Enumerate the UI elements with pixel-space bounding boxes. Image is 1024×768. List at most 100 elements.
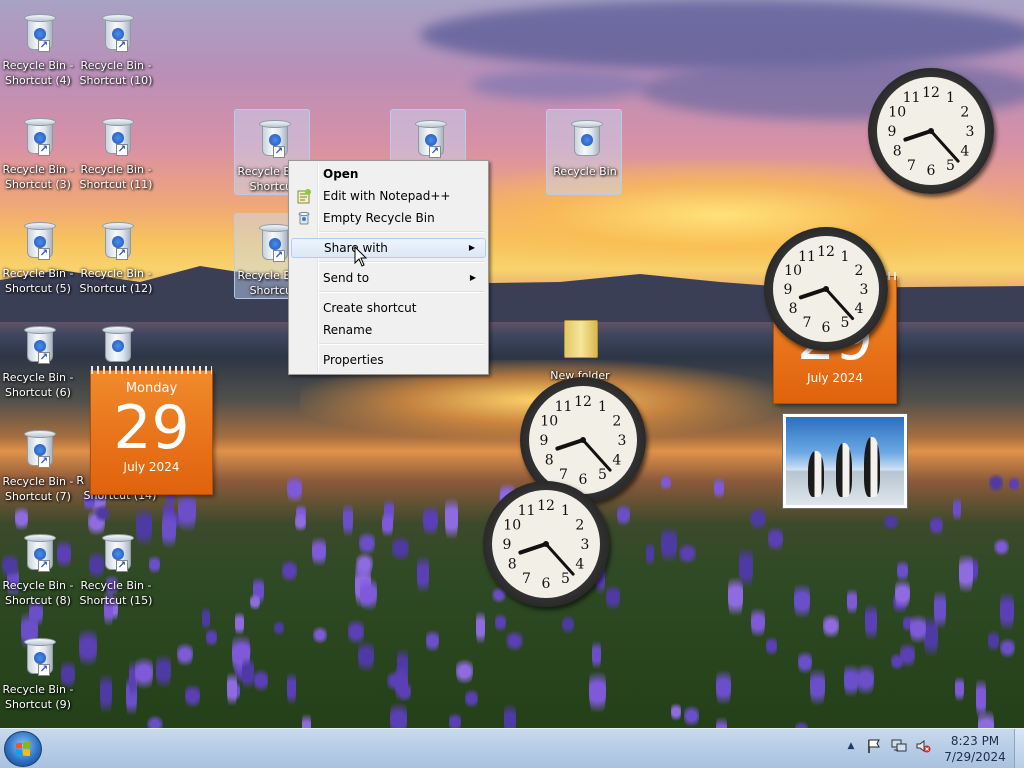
clock-numeral: 1 [598, 399, 607, 415]
calendar-gadget[interactable]: Monday 29 July 2024 [90, 366, 213, 495]
flower [910, 608, 926, 650]
desktop-icon-recycle-bin[interactable]: ↗ Recycle Bin - Shortcut (12) [78, 212, 154, 298]
show-desktop-button[interactable] [1014, 729, 1024, 768]
shortcut-arrow-icon: ↗ [273, 146, 285, 158]
clock-numeral: 1 [561, 503, 570, 519]
menu-item-label: Edit with Notepad++ [323, 189, 451, 203]
flower [750, 502, 767, 534]
flower [715, 663, 731, 713]
flower [683, 702, 700, 730]
menu-item-create-shortcut[interactable]: Create shortcut [291, 298, 486, 318]
desktop-icon-recycle-bin[interactable]: ↗ Recycle Bin - Shortcut (5) [0, 212, 76, 298]
network-icon[interactable] [891, 738, 907, 754]
shortcut-arrow-icon: ↗ [38, 40, 50, 52]
clock-numeral: 2 [854, 263, 863, 279]
desktop-icon-recycle-bin[interactable]: ↗ Recycle Bin - Shortcut (9) [0, 628, 76, 714]
recycle-bin-icon: ↗ [24, 10, 56, 52]
clock-numeral: 3 [860, 282, 869, 298]
bin-rim [24, 118, 56, 126]
slideshow-gadget[interactable] [782, 413, 908, 509]
shortcut-arrow-icon: ↗ [38, 352, 50, 364]
desktop-icon-recycle-bin[interactable]: ↗ Recycle Bin - Shortcut (6) [0, 316, 76, 402]
notepad-plus-plus-icon [297, 189, 311, 204]
desktop-icon-recycle-bin[interactable]: ↗ Recycle Bin - Shortcut (11) [78, 108, 154, 194]
flower [184, 679, 201, 712]
bin-rim [102, 326, 134, 334]
recycle-bin-icon: ↗ [24, 634, 56, 676]
clock-gadget[interactable]: 12 1 2 3 4 5 6 7 8 9 10 11 [868, 68, 994, 194]
flower [988, 625, 999, 656]
flower [444, 488, 459, 548]
menu-item-label: Properties [323, 353, 384, 367]
flower [988, 471, 1004, 496]
icon-label: Recycle Bin - Shortcut (8) [2, 579, 74, 607]
clock-numeral: 3 [966, 124, 975, 140]
penguin [864, 437, 880, 497]
bin-logo [34, 28, 46, 40]
clock-numeral: 2 [960, 105, 969, 121]
volume-muted-icon[interactable] [915, 738, 931, 754]
bin-rim [24, 326, 56, 334]
menu-separator [319, 231, 484, 233]
clock-numeral: 12 [537, 498, 555, 514]
desktop-icon-recycle-bin[interactable]: ↗ Recycle Bin - Shortcut (4) [0, 4, 76, 90]
shortcut-arrow-icon: ↗ [38, 144, 50, 156]
flower [794, 577, 810, 626]
menu-item-edit-notepad[interactable]: Edit with Notepad++ [291, 186, 486, 206]
menu-item-open[interactable]: Open [291, 164, 486, 184]
menu-item-send-to[interactable]: Send to ▶ [291, 268, 486, 288]
flower [312, 623, 328, 647]
desktop-icon-recycle-bin[interactable]: ↗ Recycle Bin - Shortcut (7) [0, 420, 76, 506]
action-center-flag-icon[interactable] [866, 738, 882, 754]
clock-numeral: 4 [612, 453, 621, 469]
menu-item-share-with[interactable]: Share with ▶ [291, 238, 486, 258]
penguin [808, 451, 824, 497]
clock-numeral: 6 [927, 163, 936, 179]
icon-label: Recycle Bin - Shortcut (3) [2, 163, 74, 191]
bin-rim [571, 120, 603, 128]
icon-label: Recycle Bin - Shortcut (5) [2, 267, 74, 295]
calendar-day-number: 29 [113, 393, 190, 463]
clock-numeral: 4 [854, 301, 863, 317]
flower [253, 665, 268, 696]
bin-logo [34, 132, 46, 144]
clock-numeral: 2 [575, 518, 584, 534]
clock-numeral: 10 [888, 105, 906, 121]
clock-numeral: 4 [960, 144, 969, 160]
flower [155, 646, 171, 695]
clock-numeral: 9 [540, 433, 549, 449]
clock-gadget[interactable]: 12 1 2 3 4 5 6 7 8 9 10 11 [764, 227, 888, 351]
clock-gadget[interactable]: 12 1 2 3 4 5 6 7 8 9 10 11 [483, 481, 609, 607]
shortcut-arrow-icon: ↗ [116, 144, 128, 156]
windows-logo-icon [16, 742, 30, 756]
desktop-icon-recycle-bin[interactable]: Recycle Bin [546, 109, 622, 195]
flower [465, 686, 478, 711]
flower [958, 545, 974, 602]
taskbar-time: 8:23 PM [950, 734, 1000, 748]
menu-item-empty-recycle-bin[interactable]: Empty Recycle Bin [291, 208, 486, 228]
cloud [470, 70, 650, 100]
desktop-icon-recycle-bin[interactable]: ↗ Recycle Bin - Shortcut (3) [0, 108, 76, 194]
shortcut-arrow-icon: ↗ [116, 560, 128, 572]
menu-item-rename[interactable]: Rename [291, 320, 486, 340]
taskbar-date: 7/29/2024 [944, 750, 1006, 764]
flower [94, 503, 111, 524]
desktop-icon-recycle-bin[interactable]: ↗ Recycle Bin - Shortcut (10) [78, 4, 154, 90]
cloud [420, 0, 1024, 70]
calendar-rings [91, 366, 212, 374]
desktop-icon-recycle-bin[interactable]: ↗ Recycle Bin - Shortcut (15) [78, 524, 154, 610]
menu-item-properties[interactable]: Properties [291, 350, 486, 370]
clock-numeral: 3 [581, 537, 590, 553]
menu-item-label: Send to [323, 271, 370, 285]
taskbar-clock[interactable]: 8:23 PM 7/29/2024 [940, 733, 1010, 765]
recycle-bin-icon: ↗ [24, 218, 56, 260]
desktop-icon-recycle-bin[interactable]: ↗ Recycle Bin - Shortcut (8) [0, 524, 76, 610]
context-menu: Open Edit with Notepad++ Empty Recycle B… [288, 160, 489, 375]
show-hidden-icons-arrow[interactable]: ▲ [843, 738, 859, 754]
start-button[interactable] [4, 731, 42, 767]
recycle-bin-icon: ↗ [259, 116, 291, 158]
recycle-bin-icon: ↗ [102, 114, 134, 156]
flower [311, 530, 326, 572]
recycle-bin-icon: ↗ [102, 10, 134, 52]
clock-numeral: 3 [618, 433, 627, 449]
